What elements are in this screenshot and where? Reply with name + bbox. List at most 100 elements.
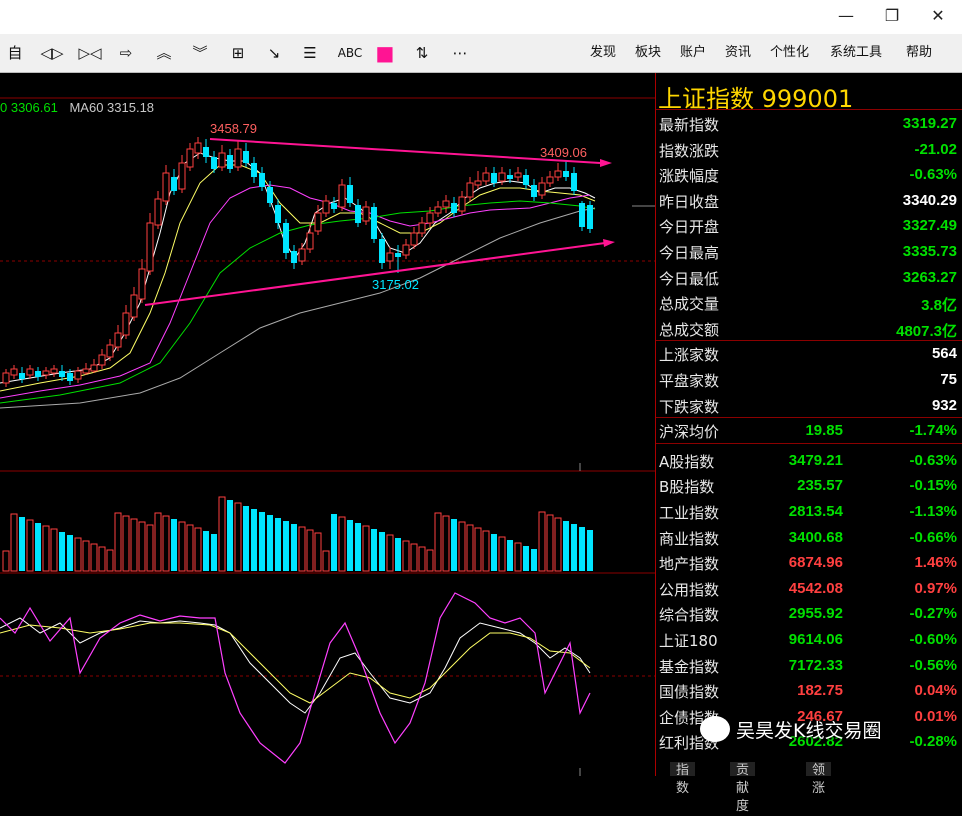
tab-index[interactable]: 指数 — [670, 762, 696, 796]
menu-help[interactable]: 帮助 — [906, 42, 932, 64]
color-swatch-icon[interactable]: ■ — [374, 42, 396, 64]
row-price: 4542.08 — [788, 579, 843, 597]
row-label: 基金指数 — [659, 657, 720, 676]
row-value: 3263.27 — [902, 268, 957, 286]
candle-body — [347, 185, 353, 203]
ma30-legend: 0 3306.61 — [0, 100, 58, 115]
quote-row: 涨跌幅度 -0.63% — [656, 162, 961, 188]
row-label: 昨日收盘 — [659, 192, 720, 211]
volume-bar — [402, 540, 410, 572]
candle-body — [498, 172, 506, 182]
volume-bar — [162, 515, 170, 572]
ma-legend: 0 3306.61 MA60 3315.18 — [0, 100, 154, 115]
candle-body — [74, 370, 82, 380]
menu-news[interactable]: 资讯 — [725, 42, 751, 64]
candle-body — [42, 370, 50, 376]
row-price: 7172.33 — [788, 656, 843, 674]
zoom-out-icon[interactable]: ︾ — [188, 42, 212, 64]
hs-avg-row: 沪深均价 19.85 -1.74% — [656, 418, 961, 444]
zoom-in-icon[interactable]: ︽ — [152, 42, 176, 64]
row-value: 0.04% — [914, 682, 957, 700]
volume-bar — [538, 511, 546, 572]
volume-bar — [563, 521, 569, 571]
row-price: 9614.06 — [788, 631, 843, 648]
quote-row: 总成交额 4807.3亿 — [656, 316, 961, 342]
candle-body — [251, 163, 257, 177]
row-label: 涨跌幅度 — [659, 167, 720, 186]
candle-body — [275, 205, 281, 223]
watermark: 吴昊发K线交易圈 — [700, 712, 940, 752]
candle-body — [426, 212, 434, 224]
index-row: 上证180 9614.06 -0.60% — [656, 627, 961, 653]
layout-icon[interactable]: ⊞ — [226, 42, 250, 64]
candle-body — [523, 175, 529, 185]
row-value: 4807.3亿 — [896, 322, 957, 340]
candle-body — [178, 162, 186, 190]
index-row: B股指数 235.57 -0.15% — [656, 473, 961, 499]
quote-row: 今日最低 3263.27 — [656, 265, 961, 291]
row-label: 今日最低 — [659, 269, 720, 288]
row-value: 3319.27 — [902, 115, 957, 132]
restore-button[interactable]: ❐ — [872, 4, 912, 28]
list-icon[interactable]: ☰ — [298, 42, 322, 64]
volume-bar — [211, 534, 217, 571]
volume-bar — [194, 527, 202, 572]
row-value: 3340.29 — [902, 191, 957, 209]
volume-bar — [171, 519, 177, 571]
sort-icon[interactable]: ⇅ — [410, 42, 434, 64]
tab-leaders[interactable]: 领涨 — [806, 762, 832, 796]
row-label: 平盘家数 — [659, 372, 720, 390]
row-value: -0.63% — [909, 166, 957, 184]
volume-bar — [98, 546, 106, 572]
auto-icon[interactable]: 自 — [4, 42, 26, 64]
row-label: 总成交量 — [659, 295, 720, 314]
kdj-j-line — [0, 592, 591, 764]
row-label: 商业指数 — [659, 529, 720, 548]
row-value: -1.13% — [909, 503, 957, 520]
row-price: 19.85 — [805, 422, 843, 440]
volume-bar — [10, 513, 18, 572]
expand-icon[interactable]: ◁▷ — [38, 42, 66, 64]
candle-body — [538, 182, 546, 196]
menu-system-tools[interactable]: 系统工具 — [830, 42, 882, 64]
menu-discover[interactable]: 发现 — [590, 42, 616, 64]
volume-bar — [347, 520, 353, 571]
volume-bar — [338, 516, 346, 572]
volume-bar — [474, 527, 482, 572]
volume-bar — [251, 509, 257, 571]
candle-body — [106, 344, 114, 358]
shrink-icon[interactable]: ▷◁ — [76, 42, 104, 64]
ma60-line — [0, 207, 596, 409]
more-icon[interactable]: ⋯ — [448, 42, 472, 64]
kline-chart[interactable]: 3458.79 3409.06 3175.02 — [0, 73, 655, 776]
draw-line-icon[interactable]: ↘ — [262, 42, 286, 64]
volume-bar — [587, 530, 593, 571]
row-value: 932 — [931, 396, 957, 414]
row-value: -0.66% — [909, 528, 957, 546]
menu-personalize[interactable]: 个性化 — [770, 42, 809, 64]
abc-icon[interactable]: ABC — [334, 42, 366, 64]
row-value: -21.02 — [914, 140, 957, 158]
row-price: 3479.21 — [788, 451, 843, 469]
lower-trend-arrow — [603, 239, 615, 247]
low-label: 3175.02 — [372, 277, 419, 292]
volume-bar — [362, 525, 370, 572]
menu-sector[interactable]: 板块 — [635, 42, 661, 64]
index-row: 地产指数 6874.96 1.46% — [656, 550, 961, 576]
volume-bar — [482, 530, 490, 572]
close-button[interactable]: ✕ — [918, 4, 958, 28]
volume-bar — [130, 518, 138, 572]
volume-bar — [234, 502, 242, 572]
menu-account[interactable]: 账户 — [680, 42, 706, 64]
volume-bar — [19, 517, 25, 571]
minimize-button[interactable]: — — [826, 4, 866, 28]
tab-contribution[interactable]: 贡献度 — [730, 762, 756, 814]
candle-body — [26, 368, 34, 376]
candle-body — [98, 354, 106, 366]
volume-bar — [442, 515, 450, 572]
kline-chart-area[interactable]: 3458.79 3409.06 3175.02 0 3306.61 MA60 3… — [0, 73, 655, 776]
index-row: 商业指数 3400.68 -0.66% — [656, 525, 961, 551]
row-value: -0.27% — [909, 605, 957, 623]
next-icon[interactable]: ⇨ — [114, 42, 138, 64]
quote-row: 最新指数 3319.27 — [656, 111, 961, 137]
